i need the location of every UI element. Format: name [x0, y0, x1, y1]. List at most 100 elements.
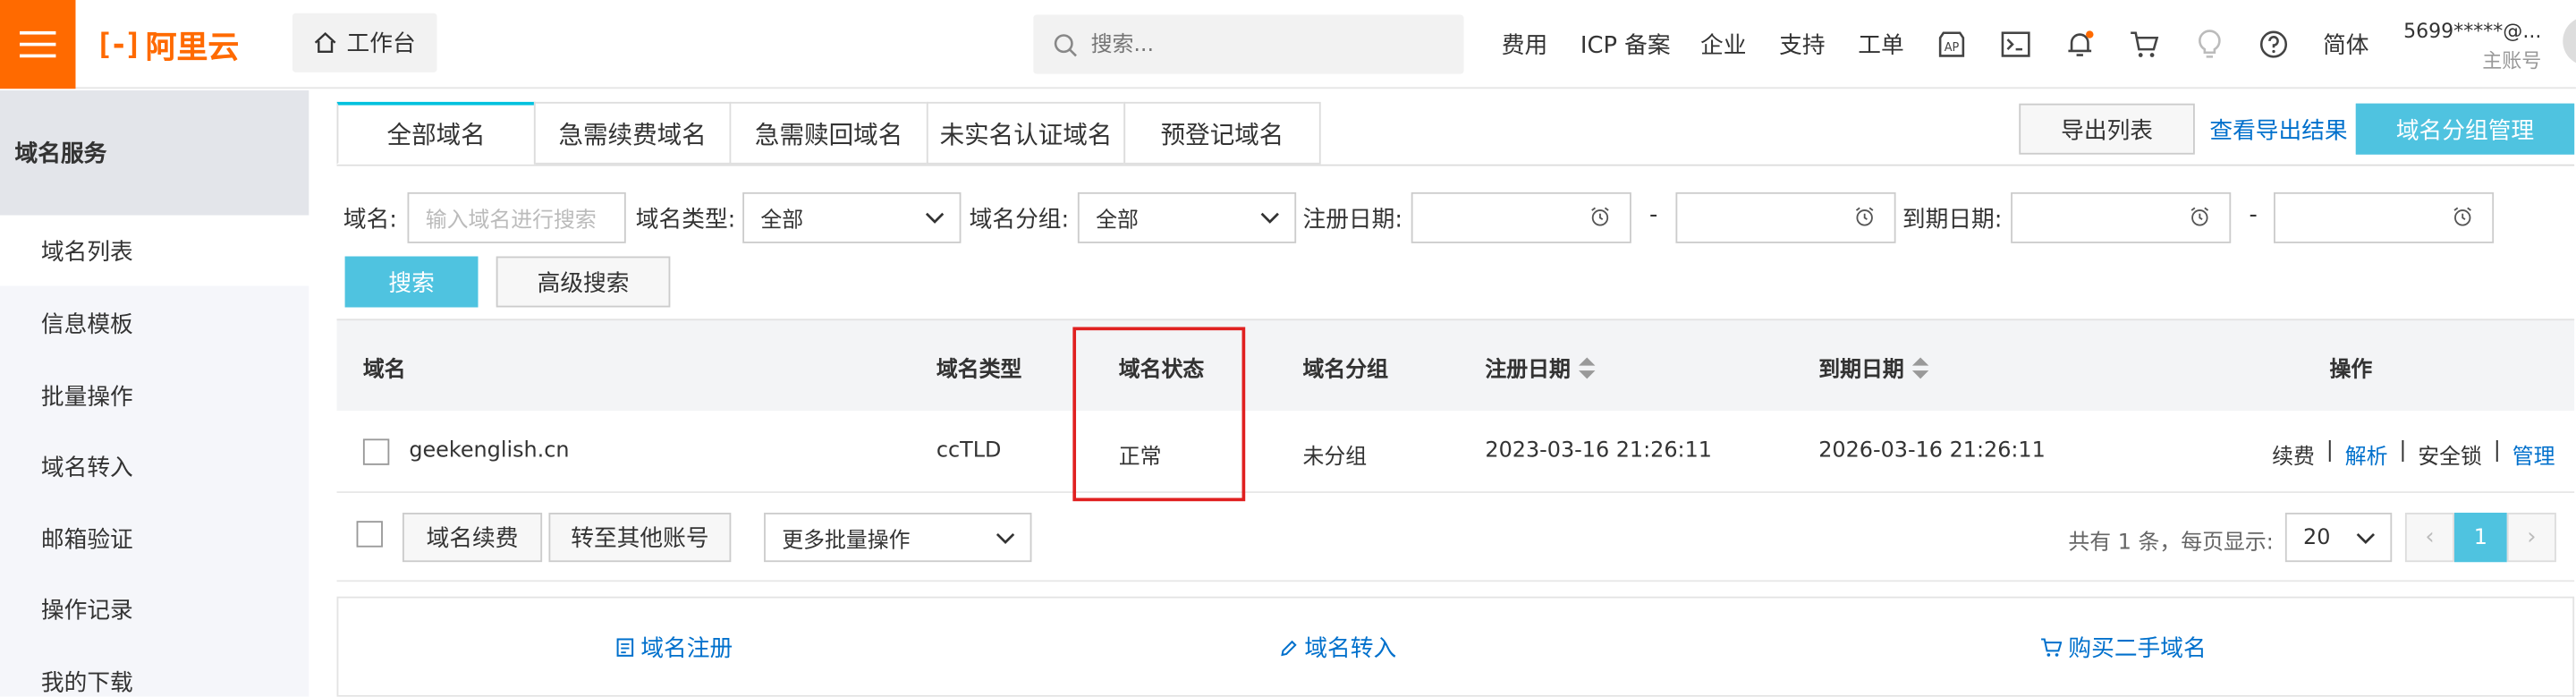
tab-unverified[interactable]: 未实名认证域名	[926, 101, 1126, 165]
sidebar-item-batch[interactable]: 批量操作	[0, 360, 309, 430]
reg-date-start[interactable]	[1411, 191, 1631, 243]
sidebar-item-domain-list[interactable]: 域名列表	[0, 215, 309, 286]
sidebar-item-transfer-in[interactable]: 域名转入	[0, 430, 309, 501]
search-icon	[1054, 33, 1077, 56]
nav-support[interactable]: 支持	[1779, 0, 1825, 89]
group-select-value: 全部	[1096, 208, 1139, 234]
row-checkbox[interactable]	[362, 438, 390, 465]
svg-text:AP: AP	[1945, 41, 1960, 55]
nav-enterprise[interactable]: 企业	[1700, 0, 1746, 89]
op-separator: |	[2493, 438, 2501, 463]
search-input[interactable]	[1090, 31, 1419, 57]
register-domain-link[interactable]: 域名注册	[616, 631, 733, 664]
sidebar-item-info-template[interactable]: 信息模板	[0, 287, 309, 358]
exp-date-dash: -	[2249, 201, 2258, 229]
transfer-account-button[interactable]: 转至其他账号	[548, 513, 732, 563]
status-highlight-box	[1072, 327, 1246, 502]
lightbulb-icon[interactable]	[2191, 26, 2227, 62]
aliyun-logo[interactable]: [-] 阿里云	[96, 23, 240, 66]
type-select-value: 全部	[760, 208, 804, 234]
type-filter-label: 域名类型:	[635, 207, 736, 234]
type-select[interactable]: 全部	[742, 191, 962, 243]
cart-icon	[2041, 638, 2063, 657]
chevron-down-icon	[925, 212, 945, 224]
group-manage-button[interactable]: 域名分组管理	[2355, 103, 2575, 155]
reg-date-label: 注册日期:	[1302, 207, 1403, 234]
op-lock[interactable]: 安全锁	[2418, 438, 2482, 471]
tab-all-domains[interactable]: 全部域名	[336, 101, 536, 165]
select-all-checkbox[interactable]	[356, 521, 383, 548]
sidebar-item-op-log[interactable]: 操作记录	[0, 574, 309, 644]
nav-icp[interactable]: ICP 备案	[1580, 0, 1671, 89]
sidebar-item-downloads[interactable]: 我的下载	[0, 646, 309, 697]
exp-date-end[interactable]	[2273, 191, 2495, 243]
more-bulk-value: 更多批量操作	[782, 528, 911, 554]
op-separator: |	[2326, 438, 2334, 463]
terminal-icon[interactable]	[1997, 26, 2033, 62]
op-dns[interactable]: 解析	[2345, 438, 2388, 471]
logo-text: 阿里云	[145, 29, 240, 65]
group-select[interactable]: 全部	[1077, 191, 1297, 243]
domain-group: 未分组	[1302, 445, 1368, 471]
bulk-renew-button[interactable]: 域名续费	[402, 513, 543, 563]
domain-link[interactable]: geekenglish.cn	[409, 438, 569, 463]
page-size-select[interactable]: 20	[2284, 513, 2393, 563]
logo-mark-icon: [-]	[95, 27, 142, 62]
tab-preregistered[interactable]: 预登记域名	[1123, 101, 1321, 165]
tab-renew-urgent[interactable]: 急需续费域名	[533, 101, 732, 165]
bell-icon[interactable]	[2062, 26, 2097, 62]
col-exp-date[interactable]: 到期日期	[1818, 352, 1930, 383]
language-switch[interactable]: 简体	[2323, 0, 2368, 89]
sidebar-title: 域名服务	[0, 90, 309, 216]
more-bulk-select[interactable]: 更多批量操作	[764, 513, 1032, 563]
home-icon	[314, 32, 336, 54]
search-button[interactable]: 搜索	[344, 256, 479, 308]
op-separator: |	[2399, 438, 2407, 463]
export-list-button[interactable]: 导出列表	[2019, 103, 2195, 155]
reg-date-end[interactable]	[1675, 191, 1896, 243]
advanced-search-button[interactable]: 高级搜索	[496, 256, 671, 308]
op-renew[interactable]: 续费	[2272, 438, 2315, 471]
cart-icon[interactable]	[2126, 26, 2162, 62]
exp-date-start[interactable]	[2011, 191, 2232, 243]
transfer-in-link[interactable]: 域名转入	[1280, 631, 1396, 664]
col-reg-date-label: 注册日期	[1485, 358, 1571, 383]
chevron-down-icon	[1260, 212, 1279, 224]
exp-date: 2026-03-16 21:26:11	[1818, 438, 2046, 463]
next-page-button[interactable]: ›	[2506, 513, 2556, 563]
sidebar: 域名服务 域名列表 信息模板 批量操作 域名转入 邮箱验证 操作记录 我的下载	[0, 90, 309, 697]
buy-used-domain-link[interactable]: 购买二手域名	[2040, 631, 2207, 664]
account-menu[interactable]: 5699*****@... 主账号	[2403, 16, 2541, 75]
register-domain-label: 域名注册	[640, 635, 733, 663]
avatar[interactable]	[2563, 16, 2576, 66]
nav-ticket[interactable]: 工单	[1858, 0, 1903, 89]
prev-page-button[interactable]: ‹	[2404, 513, 2455, 563]
clock-icon	[1855, 207, 1874, 226]
api-icon[interactable]: AP	[1934, 26, 1970, 62]
chevron-down-icon	[2356, 532, 2376, 545]
sidebar-item-email-verify[interactable]: 邮箱验证	[0, 503, 309, 574]
help-icon[interactable]	[2256, 26, 2292, 62]
tab-redeem-urgent[interactable]: 急需赎回域名	[729, 101, 928, 165]
reg-date: 2023-03-16 21:26:11	[1485, 438, 1712, 463]
row-ops: 续费 | 解析 | 安全锁 | 管理	[2272, 438, 2555, 470]
sort-icon	[1579, 356, 1596, 378]
col-type: 域名类型	[936, 358, 1022, 383]
buy-used-domain-label: 购买二手域名	[2068, 635, 2207, 663]
table-row	[336, 411, 2575, 494]
page-1-button[interactable]: 1	[2454, 513, 2507, 563]
clock-icon	[2190, 207, 2209, 226]
account-name: 5699*****@...	[2403, 20, 2542, 43]
col-ops: 操作	[2329, 358, 2373, 383]
menu-icon[interactable]	[0, 0, 76, 89]
global-search[interactable]	[1033, 14, 1464, 74]
nav-fees[interactable]: 费用	[1502, 0, 1547, 89]
col-reg-date[interactable]: 注册日期	[1485, 352, 1597, 383]
col-group: 域名分组	[1302, 358, 1389, 383]
domain-search-input[interactable]: 输入域名进行搜索	[407, 191, 626, 243]
page-size-value: 20	[2303, 524, 2331, 550]
view-export-link[interactable]: 查看导出结果	[2209, 114, 2347, 147]
op-manage[interactable]: 管理	[2512, 438, 2555, 471]
sort-icon	[1911, 356, 1929, 378]
workbench-button[interactable]: 工作台	[292, 13, 437, 72]
